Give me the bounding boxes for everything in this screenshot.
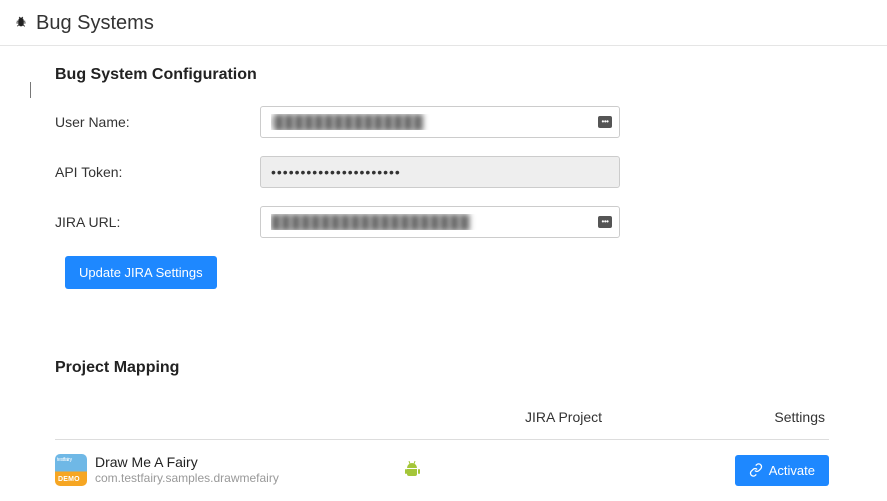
api-token-input[interactable] bbox=[260, 156, 620, 188]
mapping-section-title: Project Mapping bbox=[55, 359, 887, 377]
label-api-token: API Token: bbox=[55, 164, 260, 180]
col-settings: Settings bbox=[705, 409, 829, 425]
config-section-title: Bug System Configuration bbox=[55, 66, 887, 84]
text-cursor bbox=[30, 82, 31, 98]
activate-label: Activate bbox=[769, 463, 815, 478]
update-jira-settings-button[interactable]: Update JIRA Settings bbox=[65, 256, 217, 289]
table-row: Draw Me A Fairy com.testfairy.samples.dr… bbox=[55, 440, 829, 490]
app-name: Draw Me A Fairy bbox=[95, 454, 279, 471]
mapping-table-header: JIRA Project Settings bbox=[55, 399, 829, 440]
autofill-indicator-icon[interactable]: ••• bbox=[598, 216, 612, 228]
bug-icon bbox=[14, 15, 28, 32]
activate-button[interactable]: Activate bbox=[735, 455, 829, 486]
app-id: com.testfairy.samples.drawmefairy bbox=[95, 471, 279, 485]
platform-cell bbox=[405, 463, 545, 477]
action-cell: Activate bbox=[695, 455, 829, 486]
jira-url-input-wrap: ••• bbox=[260, 206, 620, 238]
link-icon bbox=[749, 463, 763, 477]
row-jira-url: JIRA URL: ••• bbox=[55, 206, 887, 238]
autofill-indicator-icon[interactable]: ••• bbox=[598, 116, 612, 128]
app-cell: Draw Me A Fairy com.testfairy.samples.dr… bbox=[55, 454, 405, 486]
jira-url-input[interactable] bbox=[260, 206, 620, 238]
row-api-token: API Token: bbox=[55, 156, 887, 188]
username-input[interactable] bbox=[260, 106, 620, 138]
api-token-input-wrap bbox=[260, 156, 620, 188]
content: Bug System Configuration User Name: ••• … bbox=[0, 46, 887, 490]
label-username: User Name: bbox=[55, 114, 260, 130]
row-username: User Name: ••• bbox=[55, 106, 887, 138]
label-jira-url: JIRA URL: bbox=[55, 214, 260, 230]
app-text: Draw Me A Fairy com.testfairy.samples.dr… bbox=[95, 454, 279, 485]
username-input-wrap: ••• bbox=[260, 106, 620, 138]
col-jira-project: JIRA Project bbox=[525, 409, 705, 425]
page-header: Bug Systems bbox=[0, 0, 887, 46]
page-title: Bug Systems bbox=[36, 12, 154, 35]
android-icon bbox=[405, 463, 419, 477]
app-icon bbox=[55, 454, 87, 486]
project-mapping-section: Project Mapping JIRA Project Settings Dr… bbox=[55, 359, 887, 490]
